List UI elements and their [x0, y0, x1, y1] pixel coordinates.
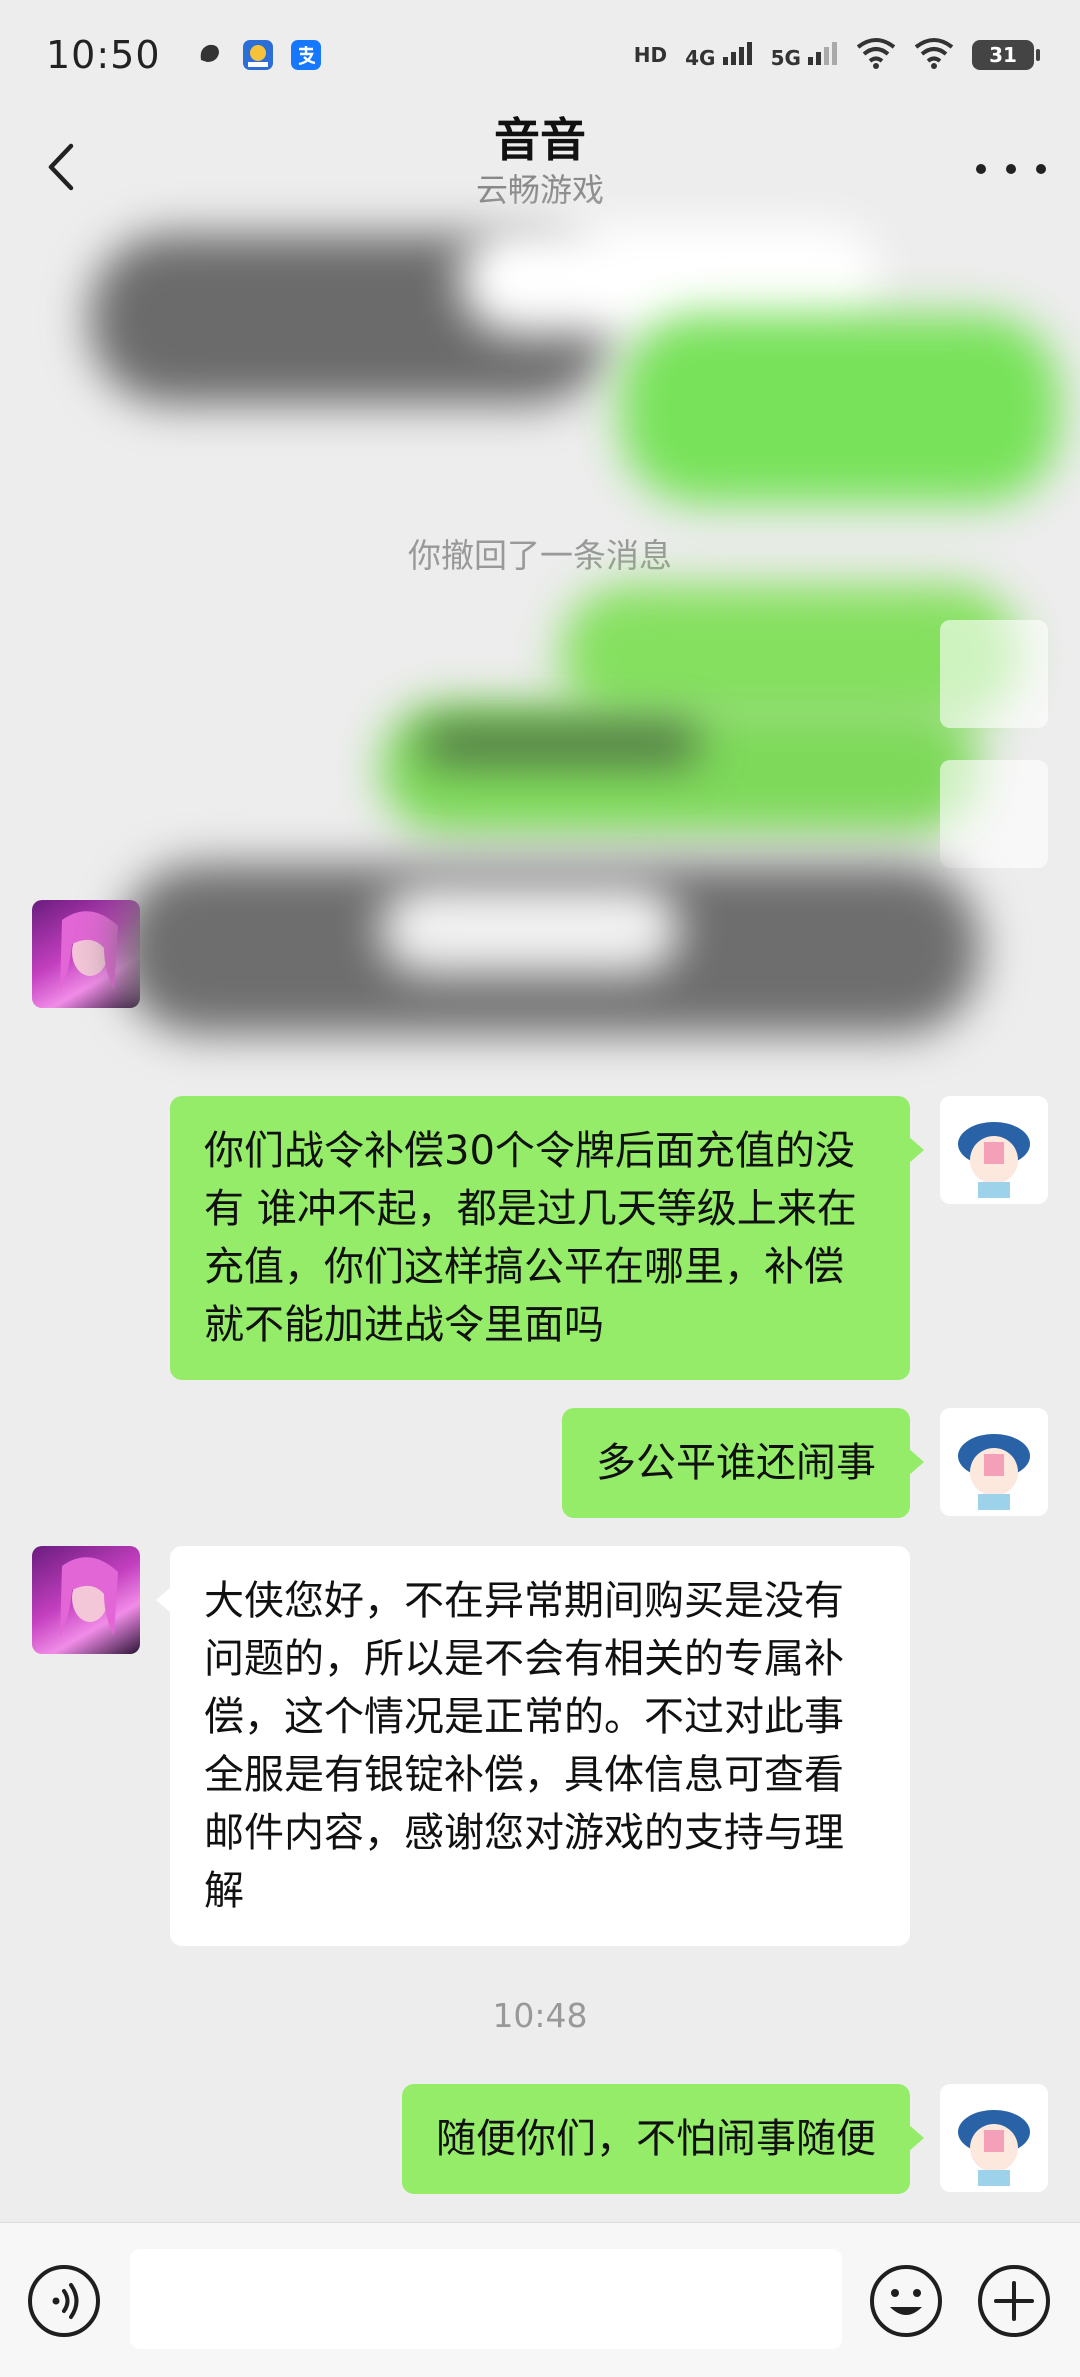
redacted-area: [90, 234, 610, 404]
alipay-icon: [290, 40, 321, 70]
message-bubble-sent[interactable]: 多公平谁还闹事: [562, 1408, 924, 1518]
chat-title: 音音: [493, 113, 586, 167]
contact-avatar[interactable]: [32, 1546, 140, 1654]
voice-button[interactable]: [26, 2263, 102, 2339]
wifi-icon: [856, 37, 896, 73]
chevron-left-icon: [48, 143, 74, 191]
my-avatar[interactable]: [940, 1096, 1048, 1204]
more-functions-button[interactable]: [976, 2263, 1052, 2339]
hd-indicator: HD: [633, 43, 668, 67]
redacted-area: [620, 314, 1060, 504]
character-avatar-icon: [958, 1434, 1030, 1510]
signal-5g-icon: 5G: [771, 41, 838, 70]
status-time: 10:50: [46, 33, 161, 77]
chat-subtitle: 云畅游戏: [475, 171, 604, 209]
redacted-area: [460, 224, 880, 334]
character-avatar-icon: [958, 2110, 1030, 2186]
character-avatar-icon: [60, 911, 118, 990]
contact-avatar[interactable]: [32, 900, 140, 1008]
chat-header: 音音 云畅游戏: [0, 110, 1080, 224]
voice-icon: [28, 2265, 100, 2337]
app-icon: [195, 38, 225, 72]
status-app-icons: [195, 38, 321, 72]
redacted-area: [120, 864, 980, 1034]
battery-icon: 31: [972, 40, 1040, 70]
more-dot-icon: [1006, 164, 1016, 174]
more-dot-icon: [1036, 164, 1046, 174]
title-block: 音音 云畅游戏: [476, 110, 604, 210]
message-bubble-sent[interactable]: 随便你们，不怕闹事随便: [402, 2084, 924, 2194]
smiley-icon: [870, 2265, 942, 2337]
redacted-area: [420, 724, 700, 764]
recalled-message-notice: 你撤回了一条消息: [408, 536, 672, 575]
character-avatar-icon: [958, 1122, 1030, 1198]
signal-4g-icon: 4G: [685, 41, 752, 70]
status-bar: 10:50 HD 4G 5G 31: [0, 0, 1080, 110]
my-avatar[interactable]: [940, 1408, 1048, 1516]
input-bar: [0, 2222, 1080, 2377]
message-bubble-received[interactable]: 大侠您好，不在异常期间购买是没有问题的，所以是不会有相关的专属补偿，这个情况是正…: [156, 1546, 910, 1946]
my-avatar[interactable]: [940, 620, 1048, 728]
message-bubble-sent[interactable]: 你们战令补偿30个令牌后面充值的没有 谁冲不起，都是过几天等级上来在充值，你们这…: [170, 1096, 924, 1380]
chat-history[interactable]: 你撤回了一条消息 你们战令补偿30个令牌后面充值的没有 谁冲不起，都是过几天等级…: [0, 224, 1080, 2222]
character-avatar-icon: [60, 1557, 118, 1636]
redacted-area: [380, 704, 980, 834]
status-indicators: HD 4G 5G 31: [633, 37, 1040, 73]
message-input[interactable]: [130, 2249, 842, 2349]
wifi-icon-2: [914, 37, 954, 73]
my-avatar[interactable]: [940, 760, 1048, 868]
redacted-area: [380, 884, 680, 974]
more-dot-icon: [976, 164, 986, 174]
emoji-button[interactable]: [868, 2263, 944, 2339]
my-avatar[interactable]: [940, 2084, 1048, 2192]
app-icon-2: [242, 40, 273, 70]
more-options-button[interactable]: [976, 144, 1046, 194]
plus-icon: [978, 2265, 1050, 2337]
back-button[interactable]: [30, 132, 90, 202]
message-timestamp: 10:48: [492, 1996, 588, 2035]
